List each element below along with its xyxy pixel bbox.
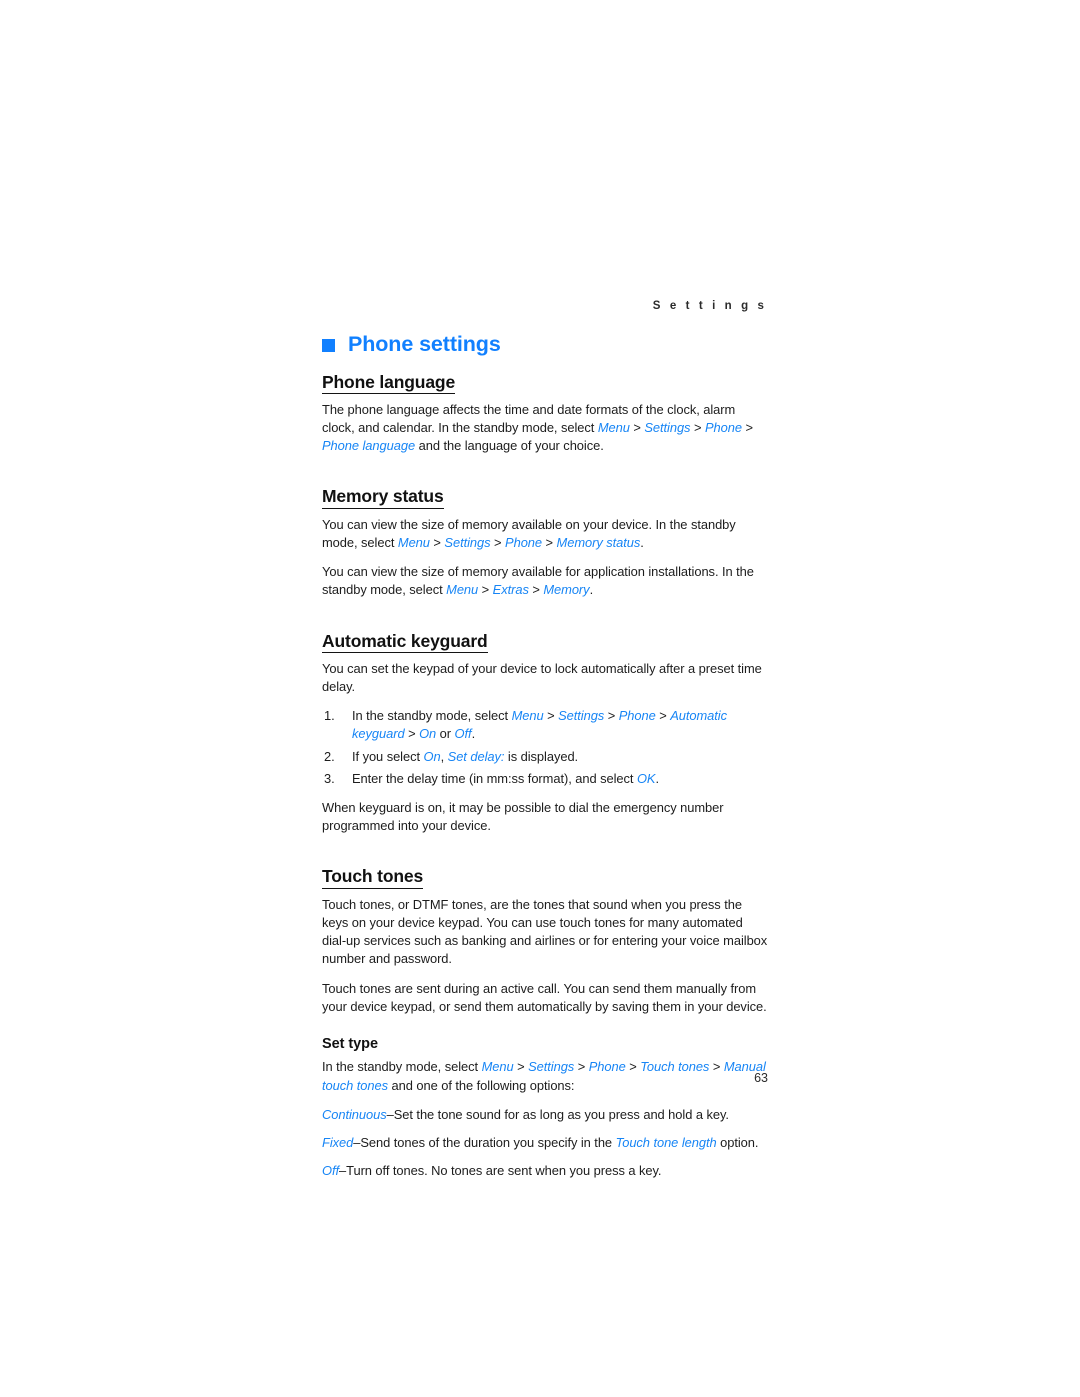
ui-term: Memory — [543, 582, 590, 598]
ui-term: Continuous — [322, 1106, 387, 1122]
ui-term: Fixed — [322, 1134, 354, 1150]
body-text-run: . — [471, 726, 476, 742]
body-paragraph: Touch tones are sent during an active ca… — [322, 980, 768, 1016]
body-text-run: > — [604, 708, 619, 724]
option-paragraph: Fixed–Send tones of the duration you spe… — [322, 1134, 768, 1152]
body-text-run: > — [741, 420, 753, 435]
option-paragraph: Off–Turn off tones. No tones are sent wh… — [322, 1162, 768, 1180]
body-text-run: When keyguard is on, it may be possible … — [322, 800, 724, 834]
body-paragraph: Touch tones, or DTMF tones, are the tone… — [322, 896, 768, 969]
section: Automatic keyguard You can set the keypad… — [322, 611, 768, 836]
ui-term: Settings — [644, 420, 691, 435]
body-text-run: In the standby mode, select — [352, 708, 512, 724]
ui-term: Phone — [704, 420, 742, 435]
procedure-list: 1. In the standby mode, select Menu > Set… — [322, 707, 768, 788]
ui-term: Menu — [446, 582, 479, 598]
procedure-step: 3. Enter the delay time (in mm:ss format)… — [322, 770, 768, 788]
chapter-title: Phone settings — [322, 332, 768, 356]
content-column: S e t t i n g s Phone settings Phone lan… — [322, 300, 768, 1190]
body-text-run: > — [528, 582, 544, 598]
ui-term: Memory status — [556, 534, 641, 550]
body-paragraph: You can view the size of memory availabl… — [322, 563, 768, 599]
body-text-run: > — [478, 582, 493, 598]
body-text-run: > — [490, 534, 506, 550]
ui-term: Menu — [397, 534, 430, 550]
body-text-run: –Turn off tones. No tones are sent when … — [339, 1163, 662, 1179]
body-text-run: > — [629, 420, 645, 435]
body-paragraph: The phone language affects the time and … — [322, 401, 768, 456]
body-text-run: Enter the delay time (in mm:ss format), … — [352, 770, 637, 786]
section: Phone language The phone language affects… — [322, 372, 768, 456]
ui-term: Settings — [444, 534, 491, 550]
ui-term: Off — [322, 1163, 340, 1179]
section-heading: Phone language — [322, 372, 455, 394]
body-text-run: If you select — [352, 748, 424, 764]
section-heading: Touch tones — [322, 866, 423, 889]
body-text-run: or — [436, 726, 455, 742]
procedure-step: 2. If you select On, Set delay: is displa… — [322, 748, 768, 766]
step-number: 1. — [324, 708, 335, 724]
body-text-run: . — [640, 534, 644, 550]
manual-page: S e t t i n g s Phone settings Phone lan… — [0, 0, 1080, 1397]
square-bullet-icon — [322, 339, 335, 353]
ui-term: Extras — [492, 582, 529, 598]
body-text-run: > — [404, 726, 420, 742]
running-header: S e t t i n g s — [652, 300, 767, 312]
ui-term: Set delay: — [447, 748, 505, 764]
body-text-run: > — [429, 534, 445, 550]
body-text-run: > — [542, 534, 557, 550]
section-heading: Automatic keyguard — [322, 631, 488, 653]
option-paragraph: Continuous–Set the tone sound for as lon… — [322, 1106, 768, 1124]
ui-term: Phone — [505, 534, 543, 550]
section: Memory status You can view the size of me… — [322, 466, 768, 599]
section: Touch tones Touch tones, or DTMF tones, a… — [322, 846, 768, 1180]
body-paragraph: You can view the size of memory availabl… — [322, 516, 768, 552]
ui-term: Settings — [558, 708, 605, 724]
body-text-run: Touch tones, or DTMF tones, are the tone… — [322, 896, 768, 967]
procedure-step: 1. In the standby mode, select Menu > Set… — [322, 707, 768, 743]
body-paragraph: When keyguard is on, it may be possible … — [322, 799, 768, 835]
ui-term: OK — [636, 770, 656, 786]
body-text-run: , — [440, 748, 448, 764]
step-number: 3. — [324, 770, 335, 786]
body-text-run: . — [589, 582, 594, 598]
body-text-run: > — [655, 708, 671, 724]
body-text-run: option. — [716, 1134, 759, 1150]
ui-term: Menu — [597, 420, 630, 435]
body-text-run: You can set the keypad of your device to… — [322, 660, 762, 695]
ui-term: Touch tone length — [615, 1134, 717, 1150]
body-text-run: –Set the tone sound for as long as you p… — [386, 1106, 729, 1122]
step-number: 2. — [324, 748, 335, 764]
sections-container: Phone language The phone language affects… — [322, 372, 768, 1181]
section-heading: Memory status — [322, 486, 444, 509]
body-text-run: is displayed. — [504, 748, 579, 764]
ui-term: Phone — [618, 708, 656, 724]
chapter-title-text: Phone settings — [348, 332, 501, 356]
ui-term: Off — [454, 726, 472, 742]
ui-term: Phone language — [322, 438, 416, 454]
subsection: Set type In the standby mode, select Menu… — [322, 1036, 768, 1180]
body-text-run: Touch tones are sent during an active ca… — [322, 980, 767, 1014]
page-number: 63 — [754, 1071, 768, 1085]
body-paragraph: You can set the keypad of your device to… — [322, 660, 768, 696]
ui-term: Menu — [511, 708, 544, 724]
body-text-run: > — [690, 420, 705, 435]
subsection-heading: Set type — [322, 1035, 379, 1052]
body-text-run: and the language of your choice. — [415, 438, 604, 454]
ui-term: On — [423, 748, 441, 764]
body-text-run: > — [543, 708, 559, 724]
body-text-run: . — [655, 770, 659, 786]
body-text-run: –Send tones of the duration you specify … — [353, 1134, 616, 1150]
ui-term: On — [419, 726, 437, 742]
